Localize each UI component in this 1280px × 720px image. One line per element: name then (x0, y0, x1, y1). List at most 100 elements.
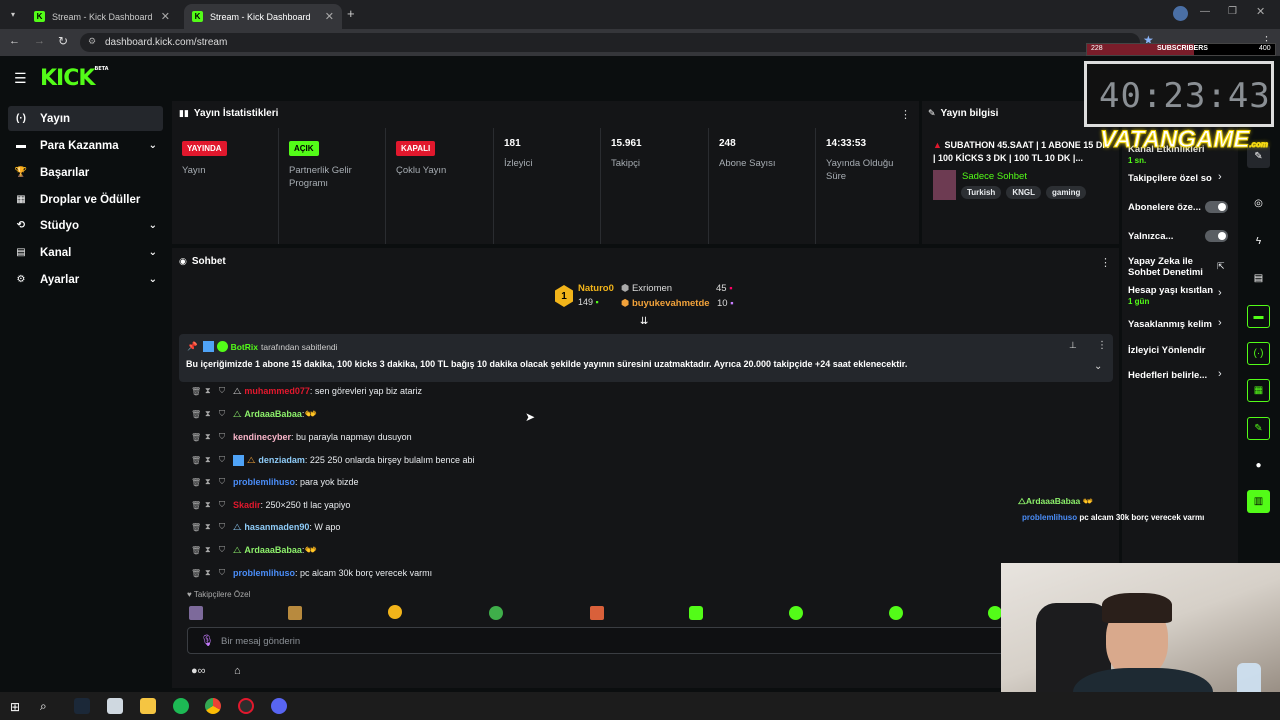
delete-icon[interactable]: 🗑 (191, 546, 205, 555)
emote[interactable] (590, 606, 604, 620)
tag[interactable]: KNGL (1006, 186, 1041, 199)
external-link-icon[interactable]: ⇱ (1217, 261, 1225, 272)
sidebar-item-studyo[interactable]: ⟲ Stüdyo ⌄ (8, 213, 163, 238)
viewer-redirect-setting[interactable]: İzleyici Yönlendir (1128, 345, 1233, 356)
ban-icon[interactable]: ⛉ (219, 432, 233, 442)
gifts-infinity-icon[interactable]: ●∞ (191, 665, 206, 677)
site-info-icon[interactable]: ⚙ (88, 36, 96, 47)
timeout-icon[interactable]: ⧗ (205, 545, 219, 555)
delete-icon[interactable]: 🗑 (191, 433, 205, 442)
emote[interactable] (288, 606, 302, 620)
stats-menu-icon[interactable]: ⋮ (900, 108, 911, 121)
sub-only-toggle[interactable] (1205, 201, 1228, 213)
chat-menu-icon[interactable]: ⋮ (1100, 256, 1111, 269)
tag[interactable]: Turkish (961, 186, 1002, 199)
sidebar-item-kanal[interactable]: ▤ Kanal ⌄ (8, 240, 163, 265)
discord-icon[interactable] (271, 698, 287, 714)
top-gifter-name[interactable]: Naturo0 (578, 283, 614, 294)
chat-username[interactable]: ArdaaaBabaa (244, 545, 302, 555)
store-icon[interactable] (107, 698, 123, 714)
tab-list-icon[interactable]: ▾ (6, 7, 20, 21)
address-bar[interactable]: ⚙ dashboard.kick.com/stream (80, 33, 1140, 52)
chat-username[interactable]: Skadir (233, 500, 261, 510)
delete-icon[interactable]: 🗑 (191, 569, 205, 578)
ban-icon[interactable]: ⛉ (219, 386, 233, 396)
ban-icon[interactable]: ⛉ (219, 545, 233, 555)
profile-icon[interactable] (1173, 6, 1188, 21)
hamburger-menu-icon[interactable]: ☰ (14, 70, 27, 87)
ai-moderation-setting[interactable]: Yapay Zeka ile Sohbet Denetimi (1128, 256, 1216, 278)
chat-username[interactable]: kendinecyber (233, 432, 291, 442)
pinned-author[interactable]: BotRix (231, 342, 258, 352)
timeout-icon[interactable]: ⧗ (205, 409, 219, 419)
chevron-right-icon[interactable]: › (1218, 317, 1222, 329)
windows-start-icon[interactable]: ⊞ (10, 700, 20, 714)
timeout-icon[interactable]: ⧗ (205, 500, 219, 510)
obs-icon[interactable] (238, 698, 254, 714)
sidebar-item-yayin[interactable]: (·) Yayın (8, 106, 163, 131)
chat-username[interactable]: ArdaaaBabaa (244, 409, 302, 419)
browser-tab-1[interactable]: K Stream - Kick Dashboard ✕ (26, 4, 178, 29)
steam-icon[interactable] (74, 698, 90, 714)
chat-username[interactable]: problemlihuso (233, 568, 295, 578)
chat-username[interactable]: problemlihuso (233, 477, 295, 487)
new-tab-icon[interactable]: + (347, 6, 355, 21)
chat-username[interactable]: hasanmaden90 (244, 522, 309, 532)
delete-icon[interactable]: 🗑 (191, 410, 205, 419)
sidebar-item-basarilar[interactable]: 🏆 Başarılar (8, 160, 163, 185)
gifts-tool-icon[interactable]: ● (1247, 454, 1270, 477)
folder-icon[interactable] (140, 698, 156, 714)
chat-username[interactable]: muhammed077 (244, 386, 310, 396)
chat-input[interactable]: 🎙 Bir mesaj gönderin (187, 627, 1113, 654)
delete-icon[interactable]: 🗑 (191, 501, 205, 510)
emote-only-toggle[interactable] (1205, 230, 1228, 242)
list-tool-icon[interactable]: ▤ (1247, 267, 1270, 290)
broadcast-tool-icon[interactable]: (·) (1247, 342, 1270, 365)
spotify-icon[interactable] (173, 698, 189, 714)
emote[interactable] (689, 606, 703, 620)
emote[interactable] (189, 606, 203, 620)
ban-icon[interactable]: ⛉ (219, 455, 233, 465)
back-icon[interactable]: ← (9, 35, 20, 47)
unpin-icon[interactable]: ⊥ (1069, 340, 1077, 351)
pinned-menu-icon[interactable]: ⋮ (1097, 340, 1107, 351)
bolt-tool-icon[interactable]: ϟ (1247, 230, 1270, 253)
delete-icon[interactable]: 🗑 (191, 478, 205, 487)
sidebar-item-ayarlar[interactable]: ⚙ Ayarlar ⌄ (8, 267, 163, 292)
expand-pinned-icon[interactable]: ⌄ (1094, 361, 1102, 372)
expand-leaderboard-icon[interactable]: ⇊ (640, 316, 648, 327)
emote[interactable] (489, 606, 503, 620)
delete-icon[interactable]: 🗑 (191, 523, 205, 532)
emote[interactable] (988, 606, 1002, 620)
ban-icon[interactable]: ⛉ (219, 409, 233, 419)
sidebar-item-para-kazanma[interactable]: ▬ Para Kazanma ⌄ (8, 133, 163, 158)
close-tab-icon[interactable]: ✕ (161, 10, 170, 23)
sidebar-item-droplar[interactable]: ▦ Droplar ve Ödüller (8, 187, 163, 212)
maximize-icon[interactable]: ❐ (1228, 6, 1237, 17)
ban-icon[interactable]: ⛉ (219, 568, 233, 578)
kick-logo[interactable]: KICKBETA (40, 66, 109, 91)
chevron-right-icon[interactable]: › (1218, 171, 1222, 183)
ban-icon[interactable]: ⛉ (219, 500, 233, 510)
gifter-3[interactable]: ⬢ buyukevahmetde (621, 298, 710, 309)
target-tool-icon[interactable]: ◎ (1247, 192, 1270, 215)
category-link[interactable]: Sadece Sohbet (962, 171, 1027, 182)
ban-icon[interactable]: ⛉ (219, 477, 233, 487)
timeout-icon[interactable]: ⧗ (205, 522, 219, 532)
reload-icon[interactable]: ↻ (58, 34, 68, 48)
layout-tool-icon[interactable]: ▦ (1247, 379, 1270, 402)
emote[interactable] (388, 605, 402, 619)
clapper-tool-icon[interactable]: ▥ (1247, 490, 1270, 513)
timeout-icon[interactable]: ⧗ (205, 477, 219, 487)
chat-username[interactable]: denziadam (258, 455, 305, 465)
forward-icon[interactable]: → (34, 35, 45, 47)
chrome-icon[interactable] (205, 698, 221, 714)
close-window-icon[interactable]: ✕ (1256, 5, 1265, 18)
ban-icon[interactable]: ⛉ (219, 522, 233, 532)
minimize-icon[interactable]: — (1200, 6, 1210, 17)
timeout-icon[interactable]: ⧗ (205, 386, 219, 396)
wrench-tool-icon[interactable]: ✎ (1247, 417, 1270, 440)
timeout-icon[interactable]: ⧗ (205, 432, 219, 442)
emote[interactable] (789, 606, 803, 620)
delete-icon[interactable]: 🗑 (191, 387, 205, 396)
